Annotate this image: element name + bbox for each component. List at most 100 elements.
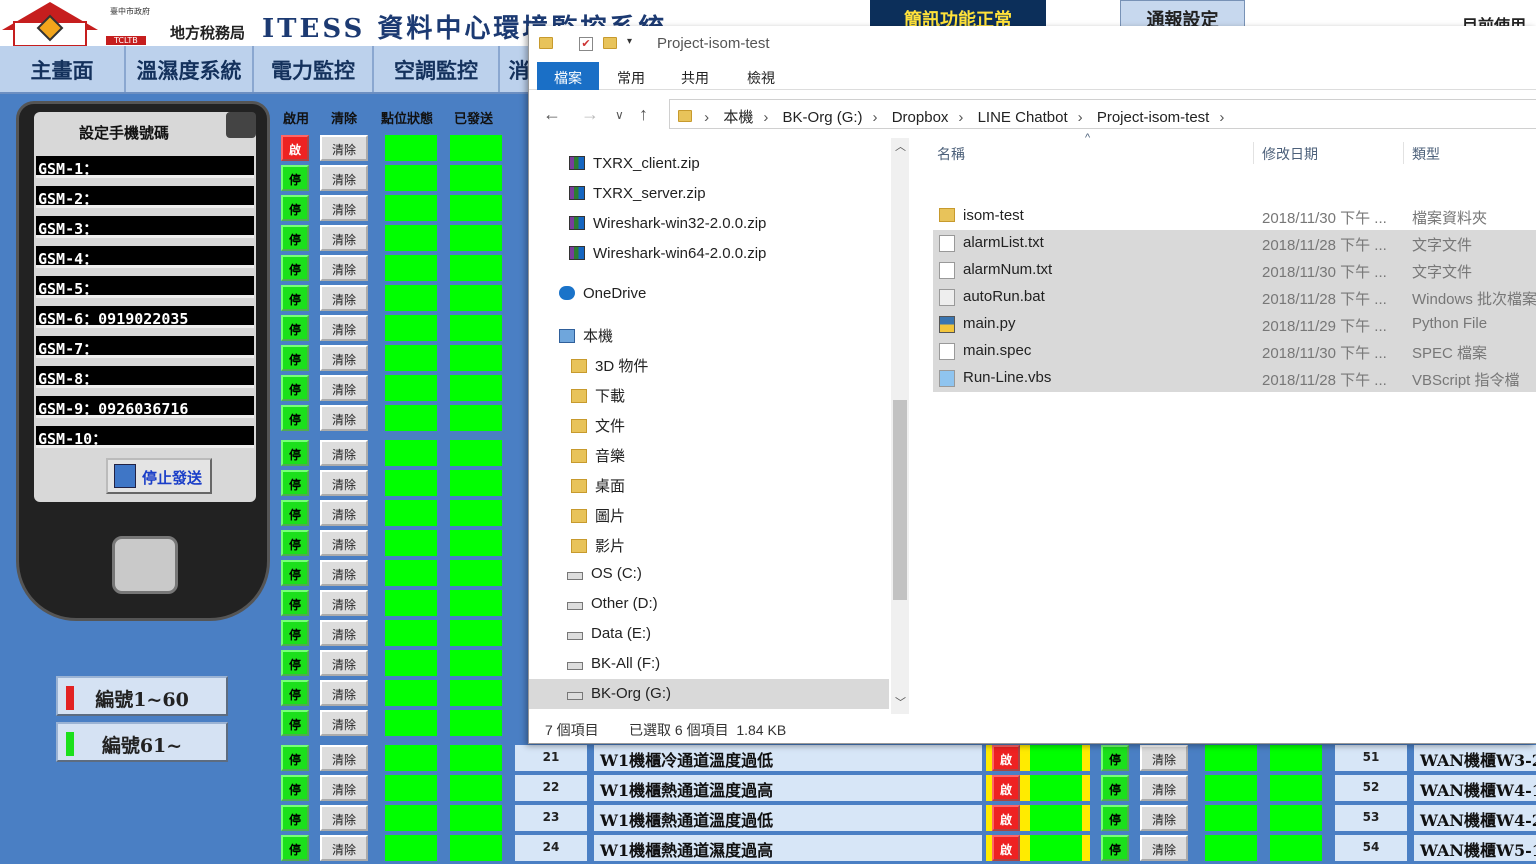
- tab-home[interactable]: 常用: [603, 62, 659, 90]
- breadcrumb-item[interactable]: 本機: [723, 109, 753, 126]
- nav-item[interactable]: Other (D:): [567, 590, 658, 620]
- clear-button[interactable]: 清除: [320, 345, 368, 371]
- clear-button[interactable]: 清除: [320, 255, 368, 281]
- clear-button[interactable]: 清除: [1140, 745, 1188, 771]
- nav-temp-humidity[interactable]: 溫濕度系統: [126, 46, 254, 92]
- toggle-button[interactable]: 停: [281, 560, 309, 586]
- up-icon[interactable]: ↑: [639, 104, 648, 125]
- nav-aircon[interactable]: 空調監控: [374, 46, 500, 92]
- breadcrumb-item[interactable]: Project-isom-test: [1097, 109, 1210, 126]
- toggle-button[interactable]: 停: [281, 375, 309, 401]
- clear-button[interactable]: 清除: [320, 745, 368, 771]
- gsm-field-10[interactable]: GSM-10：: [36, 426, 254, 448]
- toggle-button[interactable]: 停: [281, 530, 309, 556]
- clear-button[interactable]: 清除: [320, 405, 368, 431]
- clear-button[interactable]: 清除: [320, 590, 368, 616]
- col-type[interactable]: 類型: [1412, 144, 1440, 164]
- clear-button[interactable]: 清除: [320, 315, 368, 341]
- nav-item[interactable]: 文件: [571, 410, 625, 440]
- col-name[interactable]: 名稱: [937, 144, 965, 164]
- clear-button[interactable]: 清除: [320, 470, 368, 496]
- toggle-button[interactable]: 停: [281, 195, 309, 221]
- nav-item[interactable]: 下載: [571, 380, 625, 410]
- gsm-field-2[interactable]: GSM-2：: [36, 186, 254, 208]
- file-row[interactable]: alarmList.txt 2018/11/28 下午 ... 文字文件: [933, 230, 1536, 257]
- toggle-button[interactable]: 停: [281, 440, 309, 466]
- nav-item[interactable]: Wireshark-win64-2.0.0.zip: [569, 240, 766, 270]
- clear-button[interactable]: 清除: [320, 285, 368, 311]
- clear-button[interactable]: 清除: [320, 835, 368, 861]
- recent-chevron-icon[interactable]: ∨: [615, 108, 624, 122]
- clear-button[interactable]: 清除: [320, 500, 368, 526]
- nav-item[interactable]: OneDrive: [559, 280, 646, 310]
- clear-button[interactable]: 清除: [320, 620, 368, 646]
- file-row[interactable]: alarmNum.txt 2018/11/30 下午 ... 文字文件: [933, 257, 1536, 284]
- toggle-button[interactable]: 啟: [281, 135, 309, 161]
- file-row[interactable]: main.py 2018/11/29 下午 ... Python File: [933, 311, 1536, 338]
- nav-item[interactable]: OS (C:): [567, 560, 642, 590]
- clear-button[interactable]: 清除: [320, 375, 368, 401]
- clear-button[interactable]: 清除: [1140, 805, 1188, 831]
- file-row[interactable]: main.spec 2018/11/30 下午 ... SPEC 檔案: [933, 338, 1536, 365]
- clear-button[interactable]: 清除: [1140, 775, 1188, 801]
- toggle-button[interactable]: 停: [281, 805, 309, 831]
- toggle-button[interactable]: 停: [281, 285, 309, 311]
- nav-item[interactable]: BK-Org (G:): [567, 680, 671, 710]
- customize-toolbar-icon[interactable]: ▾: [627, 36, 632, 47]
- clear-button[interactable]: 清除: [320, 530, 368, 556]
- gsm-field-3[interactable]: GSM-3：: [36, 216, 254, 238]
- stop-sending-button[interactable]: 停止發送: [106, 458, 212, 494]
- toggle-button[interactable]: 停: [1101, 805, 1129, 831]
- nav-item[interactable]: Data (E:): [567, 620, 651, 650]
- toggle-button[interactable]: 停: [281, 620, 309, 646]
- file-row[interactable]: Run-Line.vbs 2018/11/28 下午 ... VBScript 指令…: [933, 365, 1536, 392]
- gsm-field-6[interactable]: GSM-6：0919022035: [36, 306, 254, 328]
- nav-item[interactable]: 本機: [559, 320, 613, 350]
- toggle-button[interactable]: 停: [281, 775, 309, 801]
- nav-power[interactable]: 電力監控: [254, 46, 374, 92]
- toggle-button[interactable]: 停: [281, 680, 309, 706]
- toggle-button[interactable]: 停: [281, 590, 309, 616]
- nav-item[interactable]: BK-All (F:): [567, 650, 660, 680]
- breadcrumb-item[interactable]: Dropbox: [892, 109, 949, 126]
- toggle-button[interactable]: 停: [281, 470, 309, 496]
- clear-button[interactable]: 清除: [320, 440, 368, 466]
- toggle-button[interactable]: 啟: [992, 745, 1020, 771]
- toggle-button[interactable]: 停: [1101, 775, 1129, 801]
- clear-button[interactable]: 清除: [320, 225, 368, 251]
- nav-item[interactable]: 音樂: [571, 440, 625, 470]
- clear-button[interactable]: 清除: [320, 805, 368, 831]
- scroll-up-icon[interactable]: ︿: [895, 138, 906, 154]
- toggle-button[interactable]: 停: [281, 745, 309, 771]
- toggle-button[interactable]: 停: [281, 405, 309, 431]
- gsm-field-4[interactable]: GSM-4：: [36, 246, 254, 268]
- clear-button[interactable]: 清除: [320, 775, 368, 801]
- new-folder-icon[interactable]: [603, 37, 617, 49]
- gsm-field-1[interactable]: GSM-1：: [36, 156, 254, 178]
- toggle-button[interactable]: 停: [281, 165, 309, 191]
- scroll-down-icon[interactable]: ﹀: [895, 694, 906, 710]
- nav-scrollbar[interactable]: ︿ ﹀: [891, 138, 909, 714]
- toggle-button[interactable]: 停: [281, 835, 309, 861]
- range-61-button[interactable]: 編號61~: [56, 722, 228, 762]
- nav-item[interactable]: 3D 物件: [571, 350, 648, 380]
- toggle-button[interactable]: 啟: [992, 775, 1020, 801]
- toggle-button[interactable]: 停: [281, 500, 309, 526]
- toggle-button[interactable]: 啟: [992, 835, 1020, 861]
- tab-share[interactable]: 共用: [667, 62, 723, 90]
- toggle-button[interactable]: 停: [1101, 745, 1129, 771]
- toggle-button[interactable]: 停: [281, 345, 309, 371]
- nav-home[interactable]: 主畫面: [0, 46, 126, 92]
- scroll-thumb[interactable]: [893, 400, 907, 600]
- file-row[interactable]: autoRun.bat 2018/11/28 下午 ... Windows 批次檔案: [933, 284, 1536, 311]
- toggle-button[interactable]: 停: [281, 315, 309, 341]
- back-icon[interactable]: ←: [543, 104, 561, 125]
- gsm-field-8[interactable]: GSM-8：: [36, 366, 254, 388]
- toggle-button[interactable]: 啟: [992, 805, 1020, 831]
- nav-item[interactable]: Wireshark-win32-2.0.0.zip: [569, 210, 766, 240]
- clear-button[interactable]: 清除: [320, 165, 368, 191]
- clear-button[interactable]: 清除: [320, 710, 368, 736]
- clear-button[interactable]: 清除: [320, 560, 368, 586]
- toggle-button[interactable]: 停: [281, 710, 309, 736]
- clear-button[interactable]: 清除: [320, 650, 368, 676]
